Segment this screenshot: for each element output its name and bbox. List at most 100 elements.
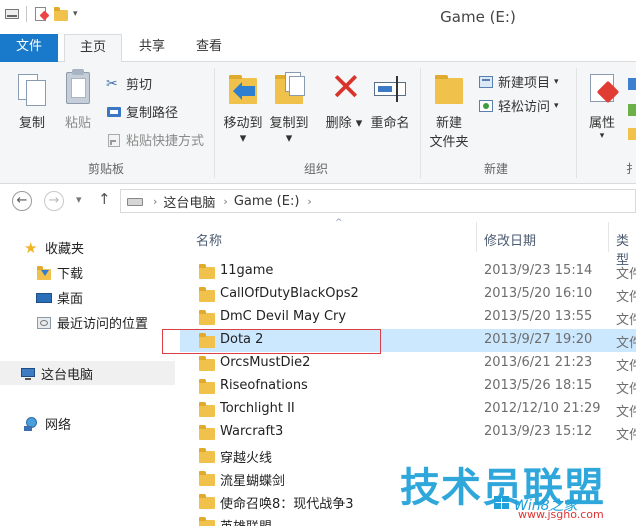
file-name: 使命召唤8：现代战争3 — [220, 497, 354, 512]
arrow-up-icon: ↑ — [98, 190, 111, 208]
folder-icon — [199, 310, 215, 325]
cut-button[interactable]: ✂ 剪切 — [106, 74, 152, 94]
nav-this-pc[interactable]: 这台电脑 — [20, 364, 93, 383]
drive-icon — [127, 195, 145, 207]
nav-favorites[interactable]: ★ 收藏夹 — [24, 238, 85, 258]
move-to-icon — [225, 68, 261, 108]
title-bar: ▾ Game (E:) — [0, 0, 636, 34]
nav-favorites-label: 收藏夹 — [45, 242, 85, 257]
breadcrumb-chevron-icon[interactable]: › — [153, 195, 157, 208]
column-header-date[interactable]: 修改日期 — [484, 230, 536, 249]
delete-label: 删除 ▾ — [325, 116, 363, 131]
delete-button[interactable]: ✕ 删除 ▾ — [324, 68, 364, 131]
tab-view[interactable]: 查看 — [184, 34, 234, 62]
tab-file[interactable]: 文件 — [0, 34, 58, 62]
tab-home[interactable]: 主页 — [64, 34, 122, 63]
rename-button[interactable]: 重命名 — [368, 68, 412, 131]
new-folder-label-line1: 新建 — [435, 116, 462, 131]
column-separator[interactable] — [476, 222, 477, 252]
dropdown-arrow-icon: ▾ — [599, 131, 605, 141]
file-date: 2013/9/27 19:20 — [484, 332, 593, 347]
breadcrumb-this-pc[interactable]: 这台电脑 — [163, 192, 215, 211]
file-type: 文件 — [616, 313, 636, 328]
tab-share[interactable]: 共享 — [126, 34, 178, 62]
copy-to-button[interactable]: 复制到 ▾ — [266, 68, 312, 146]
nav-network-label: 网络 — [45, 418, 72, 433]
file-row[interactable]: Warcraft3 2013/9/23 15:12 文件 — [180, 421, 636, 444]
nav-downloads[interactable]: 下载 — [36, 263, 83, 282]
nav-recent-places[interactable]: 最近访问的位置 — [36, 313, 148, 332]
column-separator[interactable] — [608, 222, 609, 252]
file-name: 11game — [220, 263, 274, 278]
file-date: 2013/5/26 18:15 — [484, 378, 593, 393]
nav-recent-label: 最近访问的位置 — [57, 317, 149, 332]
file-row[interactable]: 11game 2013/9/23 15:14 文件 — [180, 260, 636, 283]
copy-to-icon — [271, 68, 307, 108]
file-type: 文件 — [616, 405, 636, 420]
edit-small-icon[interactable] — [628, 102, 636, 118]
window-title: Game (E:) — [440, 8, 516, 26]
paste-shortcut-label: 粘贴快捷方式 — [126, 134, 205, 149]
file-type: 文件 — [616, 267, 636, 282]
easy-access-button[interactable]: 轻松访问 ▾ — [478, 96, 559, 115]
clipboard-group-label: 剪贴板 — [88, 162, 125, 176]
back-button[interactable]: ← — [12, 191, 32, 211]
column-header-name[interactable]: 名称 — [196, 230, 222, 249]
paste-shortcut-icon — [106, 132, 122, 148]
properties-button[interactable]: 属性 ▾ — [582, 68, 622, 141]
file-name: CallOfDutyBlackOps2 — [220, 286, 359, 301]
properties-label: 属性 — [588, 116, 615, 131]
copy-path-label: 复制路径 — [126, 106, 179, 121]
nav-this-pc-label: 这台电脑 — [41, 368, 94, 383]
file-name: 穿越火线 — [220, 451, 273, 466]
navigation-pane: ★ 收藏夹 下载 桌面 最近访问的位置 这台电脑 网络 — [0, 216, 180, 526]
open-small-icon[interactable] — [628, 76, 636, 92]
copy-path-button[interactable]: 复制路径 — [106, 102, 178, 121]
move-to-label: 移动到 ▾ — [223, 116, 263, 146]
copy-icon — [14, 68, 50, 108]
computer-icon — [20, 366, 36, 382]
new-folder-button[interactable]: 新建 文件夹 — [426, 68, 472, 150]
easy-access-icon — [478, 98, 494, 114]
delete-icon: ✕ — [330, 65, 362, 109]
file-row[interactable]: Torchlight II 2012/12/10 21:29 文件 — [180, 398, 636, 421]
file-row[interactable]: Riseofnations 2013/5/26 18:15 文件 — [180, 375, 636, 398]
nav-network[interactable]: 网络 — [24, 414, 71, 433]
ribbon-tabs: 文件 主页 共享 查看 — [0, 34, 636, 63]
file-date: 2013/9/23 15:14 — [484, 263, 593, 278]
copy-button[interactable]: 复制 — [12, 68, 52, 131]
copy-label: 复制 — [18, 116, 45, 131]
dropdown-arrow-icon: ▾ — [554, 100, 559, 111]
easy-access-label: 轻松访问 — [498, 100, 551, 115]
paste-button[interactable]: 粘贴 — [58, 68, 98, 131]
folder-icon — [199, 448, 215, 463]
up-button[interactable]: ↑ — [98, 190, 111, 208]
file-type: 文件 — [616, 359, 636, 374]
forward-button[interactable]: → — [44, 191, 64, 211]
breadcrumb-game-drive[interactable]: Game (E:) — [234, 194, 300, 209]
arrow-left-icon: ← — [16, 193, 28, 208]
folder-icon — [199, 264, 215, 279]
file-name: 流星蝴蝶剑 — [220, 474, 286, 489]
file-row[interactable]: DmC Devil May Cry 2013/5/20 13:55 文件 — [180, 306, 636, 329]
history-small-icon[interactable] — [628, 126, 636, 142]
file-row[interactable]: CallOfDutyBlackOps2 2013/5/20 16:10 文件 — [180, 283, 636, 306]
file-row[interactable]: OrcsMustDie2 2013/6/21 21:23 文件 — [180, 352, 636, 375]
ribbon-separator — [214, 68, 215, 178]
new-group-label: 新建 — [484, 162, 509, 176]
file-name: 英雄联盟 — [220, 516, 272, 526]
breadcrumb-chevron-icon[interactable]: › — [307, 195, 311, 208]
nav-desktop[interactable]: 桌面 — [36, 288, 83, 307]
address-bar[interactable]: › 这台电脑 › Game (E:) › — [120, 189, 636, 213]
move-to-button[interactable]: 移动到 ▾ — [220, 68, 266, 146]
star-icon: ★ — [24, 238, 38, 257]
scissors-icon: ✂ — [106, 75, 118, 92]
paste-shortcut-button[interactable]: 粘贴快捷方式 — [106, 130, 204, 149]
new-item-icon — [478, 74, 494, 90]
rename-label: 重命名 — [370, 116, 410, 131]
recent-locations-button[interactable]: ▾ — [76, 193, 82, 206]
file-date: 2013/5/20 16:10 — [484, 286, 593, 301]
new-item-button[interactable]: 新建项目 ▾ — [478, 72, 559, 91]
rename-icon — [372, 68, 408, 108]
breadcrumb-chevron-icon[interactable]: › — [223, 195, 227, 208]
